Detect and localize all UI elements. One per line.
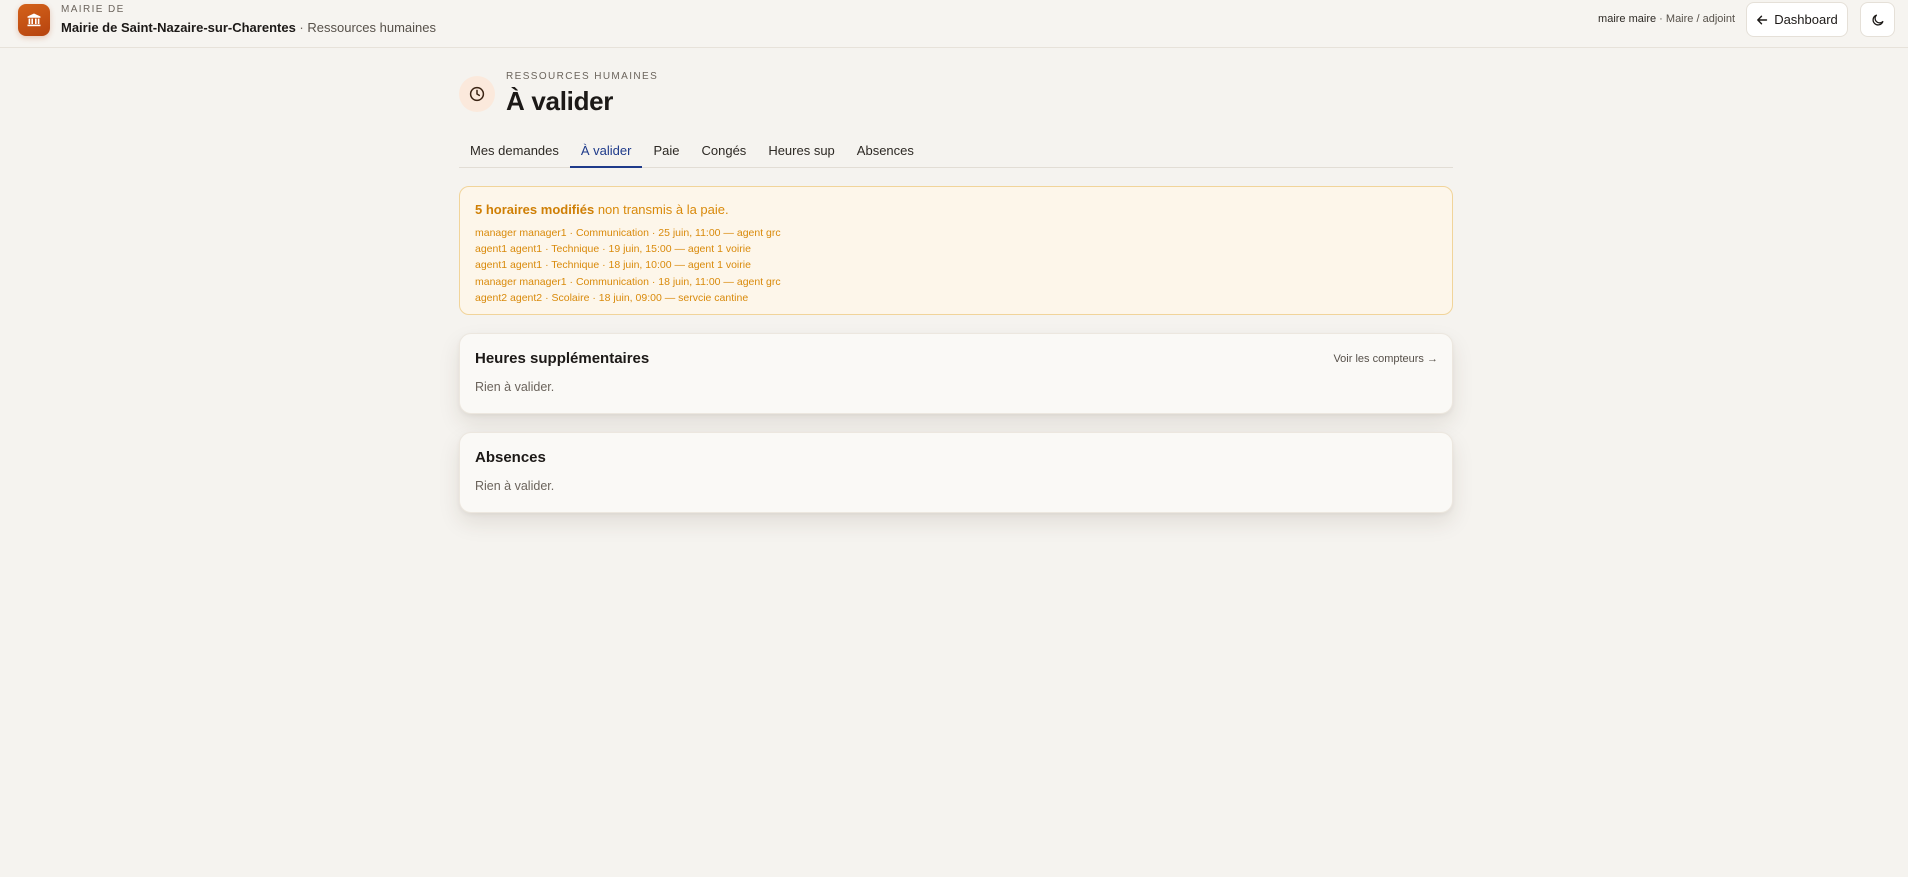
tab-paie[interactable]: Paie [642,137,690,168]
page-kicker: RESSOURCES HUMAINES [506,71,659,82]
brand-line: Mairie de Saint-Nazaire-sur-Charentes · … [61,19,436,37]
overtime-card: Heures supplémentaires Voir les compteur… [459,333,1453,414]
top-bar: MAIRIE DE Mairie de Saint-Nazaire-sur-Ch… [0,0,1908,48]
modified-schedules-alert: 5 horaires modifiés non transmis à la pa… [459,186,1453,315]
absences-card: Absences Rien à valider. [459,432,1453,513]
user-separator: · [1656,13,1666,25]
absences-title: Absences [475,449,546,466]
tab-mes-demandes[interactable]: Mes demandes [459,137,570,168]
overtime-title: Heures supplémentaires [475,350,650,367]
town-hall-icon[interactable] [18,4,50,36]
brand: MAIRIE DE Mairie de Saint-Nazaire-sur-Ch… [61,4,436,37]
organization-name[interactable]: Mairie de Saint-Nazaire-sur-Charentes [61,20,296,35]
user-name: maire maire [1598,13,1657,25]
user-info: maire maire · Maire / adjoint [1598,13,1735,25]
brand-kicker: MAIRIE DE [61,4,125,15]
list-item: manager manager1 · Communication · 18 ju… [475,275,781,288]
alert-count: 5 horaires modifiés [475,202,595,217]
brand-separator: · [295,20,308,35]
view-counters-link[interactable]: Voir les compteurs → [1333,353,1438,365]
clock-icon [459,76,495,112]
tab-heures-sup[interactable]: Heures sup [757,137,845,168]
list-item: manager manager1 · Communication · 25 ju… [475,227,781,239]
alert-message: non transmis à la paie. [594,202,729,217]
tab-conges[interactable]: Congés [691,137,758,168]
theme-toggle-button[interactable] [1860,2,1895,37]
absences-empty-state: Rien à valider. [475,479,555,493]
dashboard-label: Dashboard [1774,12,1838,27]
list-item: agent1 agent1 · Technique · 19 juin, 15:… [475,243,751,256]
alert-list: manager manager1 · Communication · 25 ju… [475,225,1437,306]
section-name: Ressources humaines [307,20,436,35]
list-item: agent2 agent2 · Scolaire · 18 juin, 09:0… [475,291,749,304]
tab-a-valider[interactable]: À valider [569,137,643,168]
page-title: À valider [506,86,614,116]
alert-heading: 5 horaires modifiés non transmis à la pa… [475,201,1437,219]
overtime-empty-state: Rien à valider. [475,380,555,394]
moon-icon [1871,14,1883,26]
tab-absences[interactable]: Absences [846,137,925,168]
list-item: agent1 agent1 · Technique · 18 juin, 10:… [475,259,751,272]
tab-bar: Mes demandes À valider Paie Congés Heure… [459,137,1453,168]
user-role: Maire / adjoint [1665,13,1735,25]
arrow-left-icon [1757,15,1768,24]
dashboard-button[interactable]: Dashboard [1746,2,1848,37]
